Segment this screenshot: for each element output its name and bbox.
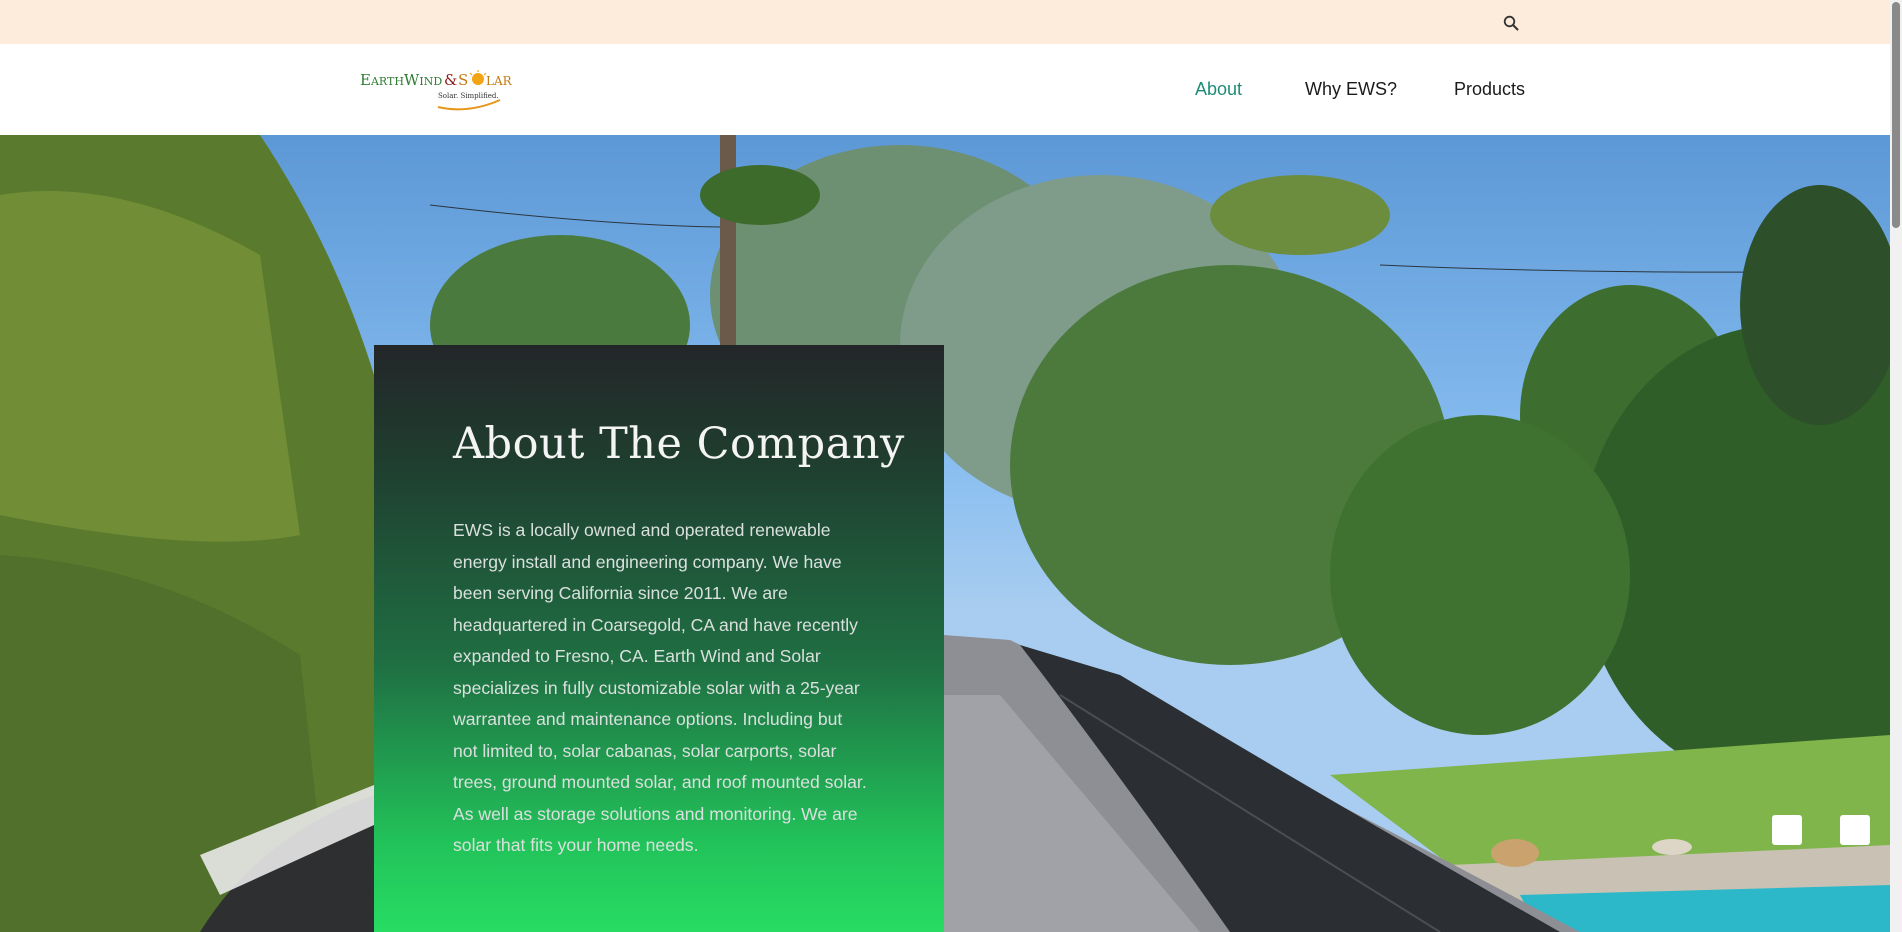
nav-link-about[interactable]: About: [1195, 79, 1242, 100]
svg-text:LAR: LAR: [486, 74, 513, 88]
site-header: EARTHWIND & S LAR Solar. Simplified. Abo…: [0, 44, 1890, 136]
about-description: EWS is a locally owned and operated rene…: [453, 520, 867, 855]
page-scrollbar[interactable]: [1890, 0, 1902, 932]
svg-text:Solar. Simplified.: Solar. Simplified.: [438, 92, 499, 100]
nav-link-products[interactable]: Products: [1454, 79, 1525, 100]
search-button[interactable]: [1500, 12, 1522, 34]
svg-text:&: &: [444, 71, 457, 89]
scrollbar-thumb[interactable]: [1892, 2, 1900, 228]
nav-link-why-ews[interactable]: Why EWS?: [1305, 79, 1397, 100]
about-title: About The Company: [453, 419, 905, 469]
svg-text:EARTHWIND: EARTHWIND: [360, 71, 442, 89]
about-card: About The Company EWS is a locally owned…: [374, 345, 944, 932]
logo-graphic: EARTHWIND & S LAR Solar. Simplified.: [360, 70, 513, 111]
hero-background-photo: [0, 135, 1890, 932]
svg-text:S: S: [458, 71, 468, 89]
brand-logo[interactable]: EARTHWIND & S LAR Solar. Simplified.: [358, 70, 534, 116]
hero-banner: About The Company EWS is a locally owned…: [0, 135, 1890, 932]
top-utility-bar: [0, 0, 1890, 44]
search-icon: [1503, 15, 1519, 31]
